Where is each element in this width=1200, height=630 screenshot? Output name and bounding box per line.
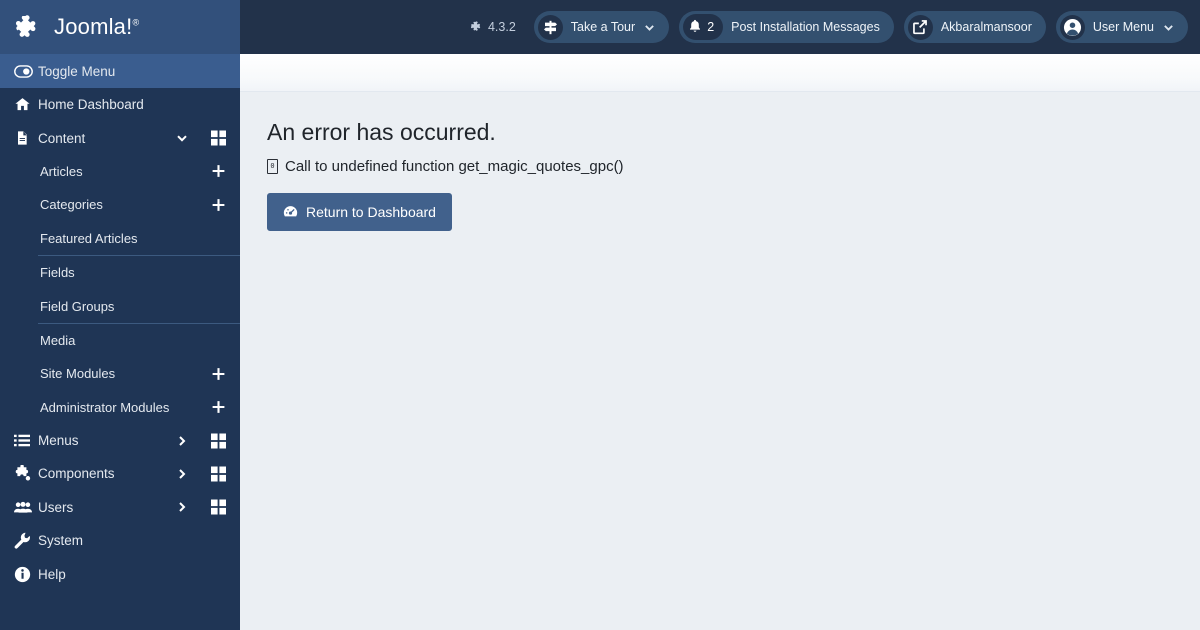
document-icon xyxy=(14,130,36,146)
info-icon xyxy=(14,566,36,583)
sidebar: Joomla!® Toggle Menu Home Dashboard Cont… xyxy=(0,0,240,630)
sidebar-item-field-groups[interactable]: Field Groups xyxy=(0,289,240,322)
notification-badge: 2 xyxy=(683,14,724,40)
sidebar-item-label: Administrator Modules xyxy=(40,399,170,415)
return-to-dashboard-button[interactable]: Return to Dashboard xyxy=(267,192,452,231)
admin-app: Joomla!® Toggle Menu Home Dashboard Cont… xyxy=(0,0,1200,630)
wrench-icon xyxy=(14,532,36,549)
sidebar-item-content[interactable]: Content xyxy=(0,121,240,154)
brand-logo[interactable]: Joomla!® xyxy=(0,0,240,54)
user-circle-icon xyxy=(1059,14,1085,40)
sidebar-item-home-dashboard[interactable]: Home Dashboard xyxy=(0,88,240,121)
take-a-tour-button[interactable]: Take a Tour xyxy=(533,11,670,43)
sidebar-menu: Toggle Menu Home Dashboard Content Artic… xyxy=(0,54,240,630)
sidebar-item-label: Field Groups xyxy=(40,298,115,314)
warning-icon: 0 xyxy=(267,158,278,174)
sidebar-item-label: Help xyxy=(38,566,66,582)
sidebar-item-components[interactable]: Components xyxy=(0,457,240,490)
external-link-icon xyxy=(907,14,933,40)
puzzle-icon xyxy=(14,465,36,482)
post-installation-messages-button[interactable]: 2 Post Installation Messages xyxy=(679,11,894,43)
return-to-dashboard-label: Return to Dashboard xyxy=(306,203,436,220)
chevron-right-icon[interactable] xyxy=(176,468,188,480)
sidebar-item-label: System xyxy=(38,533,84,549)
version-indicator: 4.3.2 xyxy=(470,20,516,34)
main-area: 4.3.2 Take a Tour 2 Post Installation Me… xyxy=(240,0,1200,630)
home-icon xyxy=(14,96,36,113)
sidebar-item-toggle-menu[interactable]: Toggle Menu xyxy=(0,54,240,88)
plus-icon[interactable] xyxy=(211,366,226,381)
error-message-row: 0 Call to undefined function get_magic_q… xyxy=(267,158,1200,175)
sidebar-item-label: Content xyxy=(38,130,86,146)
bell-icon xyxy=(688,19,702,36)
list-icon xyxy=(14,434,36,447)
sidebar-item-label: Site Modules xyxy=(40,366,116,382)
signpost-icon xyxy=(537,14,563,40)
page-title: An error has occurred. xyxy=(267,119,496,145)
site-link-label: Akbaralmansoor xyxy=(940,20,1032,34)
grid-icon[interactable] xyxy=(211,130,226,146)
user-menu-button[interactable]: User Menu xyxy=(1055,11,1188,43)
sidebar-item-label: Menus xyxy=(38,433,79,449)
toggle-icon xyxy=(14,64,36,78)
sidebar-item-label: Media xyxy=(40,332,76,348)
content-area: An error has occurred. 0 Call to undefin… xyxy=(240,92,1200,630)
version-label: 4.3.2 xyxy=(487,20,516,34)
joomla-logo-icon xyxy=(14,12,44,42)
chevron-down-icon xyxy=(644,22,655,33)
post-installation-messages-label: Post Installation Messages xyxy=(731,20,880,34)
brand-registered: ® xyxy=(132,17,140,28)
sidebar-item-administrator-modules[interactable]: Administrator Modules xyxy=(0,391,240,424)
grid-icon[interactable] xyxy=(211,499,226,515)
notification-count: 2 xyxy=(707,20,715,34)
sidebar-item-label: Users xyxy=(38,499,74,515)
subheader-bar xyxy=(240,54,1200,92)
chevron-down-icon[interactable] xyxy=(176,132,188,144)
sidebar-item-system[interactable]: System xyxy=(0,524,240,557)
take-a-tour-label: Take a Tour xyxy=(570,20,636,34)
site-link-button[interactable]: Akbaralmansoor xyxy=(903,11,1046,43)
grid-icon[interactable] xyxy=(211,466,226,482)
sidebar-item-fields[interactable]: Fields xyxy=(0,256,240,289)
users-icon xyxy=(14,501,36,514)
sidebar-item-articles[interactable]: Articles xyxy=(0,155,240,188)
plus-icon[interactable] xyxy=(211,400,226,415)
error-message-text: Call to undefined function get_magic_quo… xyxy=(285,157,624,175)
sidebar-item-label: Toggle Menu xyxy=(38,63,116,79)
sidebar-item-label: Categories xyxy=(40,197,103,213)
sidebar-item-label: Featured Articles xyxy=(40,230,138,246)
sidebar-item-label: Articles xyxy=(40,163,83,179)
dashboard-icon xyxy=(283,204,298,219)
chevron-right-icon[interactable] xyxy=(176,435,188,447)
brand-name: Joomla!® xyxy=(54,14,140,39)
sidebar-item-label: Fields xyxy=(40,265,75,281)
sidebar-item-site-modules[interactable]: Site Modules xyxy=(0,357,240,390)
chevron-down-icon xyxy=(1163,22,1174,33)
sidebar-item-label: Components xyxy=(38,466,115,482)
topbar: 4.3.2 Take a Tour 2 Post Installation Me… xyxy=(240,0,1200,54)
sidebar-item-users[interactable]: Users xyxy=(0,491,240,524)
plus-icon[interactable] xyxy=(211,197,226,212)
sidebar-item-featured-articles[interactable]: Featured Articles xyxy=(0,222,240,255)
sidebar-item-label: Home Dashboard xyxy=(38,97,144,113)
sidebar-item-help[interactable]: Help xyxy=(0,557,240,590)
chevron-right-icon[interactable] xyxy=(176,501,188,513)
sidebar-item-media[interactable]: Media xyxy=(0,324,240,357)
joomla-mark-icon xyxy=(470,21,483,33)
grid-icon[interactable] xyxy=(211,433,226,449)
user-menu-label: User Menu xyxy=(1092,20,1154,34)
sidebar-item-menus[interactable]: Menus xyxy=(0,424,240,457)
plus-icon[interactable] xyxy=(211,164,226,179)
sidebar-item-categories[interactable]: Categories xyxy=(0,188,240,221)
